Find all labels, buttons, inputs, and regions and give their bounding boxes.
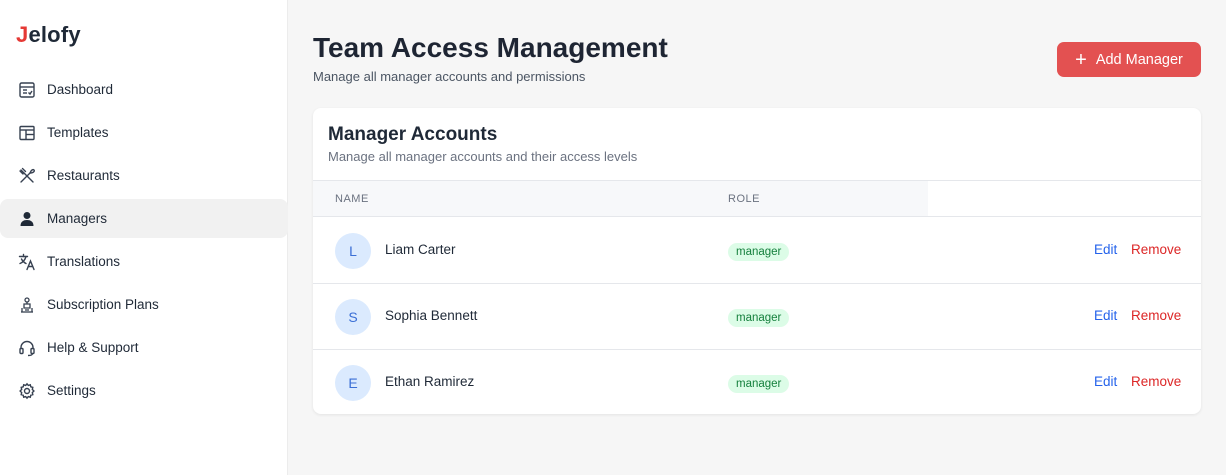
headset-icon bbox=[18, 339, 36, 357]
column-header-role[interactable]: ROLE bbox=[728, 193, 760, 205]
table-header: NAME ROLE bbox=[313, 180, 1201, 217]
sidebar-item-subscription-plans[interactable]: Subscription Plans bbox=[0, 285, 288, 324]
subscription-icon bbox=[18, 296, 36, 314]
sidebar-item-label: Restaurants bbox=[47, 168, 120, 183]
manager-accounts-card: Manager Accounts Manage all manager acco… bbox=[313, 108, 1201, 414]
table-row: S Sophia Bennett manager Edit Remove bbox=[313, 284, 1201, 350]
sidebar-item-label: Translations bbox=[47, 254, 121, 269]
add-manager-button[interactable]: + Add Manager bbox=[1057, 42, 1201, 77]
avatar: S bbox=[335, 299, 371, 335]
card-title: Manager Accounts bbox=[328, 124, 498, 145]
edit-link[interactable]: Edit bbox=[1094, 308, 1117, 323]
sidebar-item-restaurants[interactable]: Restaurants bbox=[0, 156, 288, 195]
sidebar-item-dashboard[interactable]: Dashboard bbox=[0, 70, 288, 109]
sidebar-nav: Dashboard Templates Restaurants Managers… bbox=[0, 70, 288, 414]
table-row: E Ethan Ramirez manager Edit Remove bbox=[313, 350, 1201, 414]
card-subtitle: Manage all manager accounts and their ac… bbox=[328, 149, 638, 164]
user-icon bbox=[18, 210, 36, 228]
gear-icon bbox=[18, 382, 36, 400]
sidebar-item-label: Managers bbox=[47, 211, 108, 226]
remove-link[interactable]: Remove bbox=[1131, 374, 1181, 389]
app-logo[interactable]: Jelofy bbox=[16, 22, 81, 48]
templates-icon bbox=[18, 124, 36, 142]
sidebar-item-label: Dashboard bbox=[47, 82, 114, 97]
manager-name: Ethan Ramirez bbox=[385, 374, 475, 389]
dashboard-icon bbox=[18, 81, 36, 99]
role-badge: manager bbox=[728, 243, 790, 261]
table-header-background bbox=[313, 181, 928, 216]
table-row: L Liam Carter manager Edit Remove bbox=[313, 218, 1201, 284]
plus-icon: + bbox=[1075, 48, 1087, 71]
sidebar-item-label: Help & Support bbox=[47, 340, 139, 355]
sidebar-item-help-support[interactable]: Help & Support bbox=[0, 328, 288, 367]
sidebar-item-settings[interactable]: Settings bbox=[0, 371, 288, 410]
manager-name: Sophia Bennett bbox=[385, 308, 478, 323]
edit-link[interactable]: Edit bbox=[1094, 242, 1117, 257]
remove-link[interactable]: Remove bbox=[1131, 242, 1181, 257]
add-manager-label: Add Manager bbox=[1095, 51, 1183, 68]
remove-link[interactable]: Remove bbox=[1131, 308, 1181, 323]
role-badge: manager bbox=[728, 309, 790, 327]
page-subtitle: Manage all manager accounts and permissi… bbox=[313, 69, 586, 84]
sidebar-item-label: Subscription Plans bbox=[47, 297, 159, 312]
translate-icon bbox=[18, 253, 36, 271]
sidebar: Jelofy Dashboard Templates Restaurants M… bbox=[0, 0, 288, 475]
role-badge: manager bbox=[728, 375, 790, 393]
column-header-name[interactable]: NAME bbox=[335, 193, 369, 205]
logo-initial: J bbox=[16, 22, 29, 47]
sidebar-item-label: Settings bbox=[47, 383, 96, 398]
avatar: E bbox=[335, 365, 371, 401]
edit-link[interactable]: Edit bbox=[1094, 374, 1117, 389]
sidebar-item-templates[interactable]: Templates bbox=[0, 113, 288, 152]
page-title: Team Access Management bbox=[313, 32, 668, 63]
avatar: L bbox=[335, 233, 371, 269]
sidebar-item-managers[interactable]: Managers bbox=[0, 199, 288, 238]
sidebar-item-label: Templates bbox=[47, 125, 109, 140]
utensils-icon bbox=[18, 167, 36, 185]
logo-text: elofy bbox=[28, 22, 81, 47]
manager-name: Liam Carter bbox=[385, 242, 456, 257]
sidebar-item-translations[interactable]: Translations bbox=[0, 242, 288, 281]
